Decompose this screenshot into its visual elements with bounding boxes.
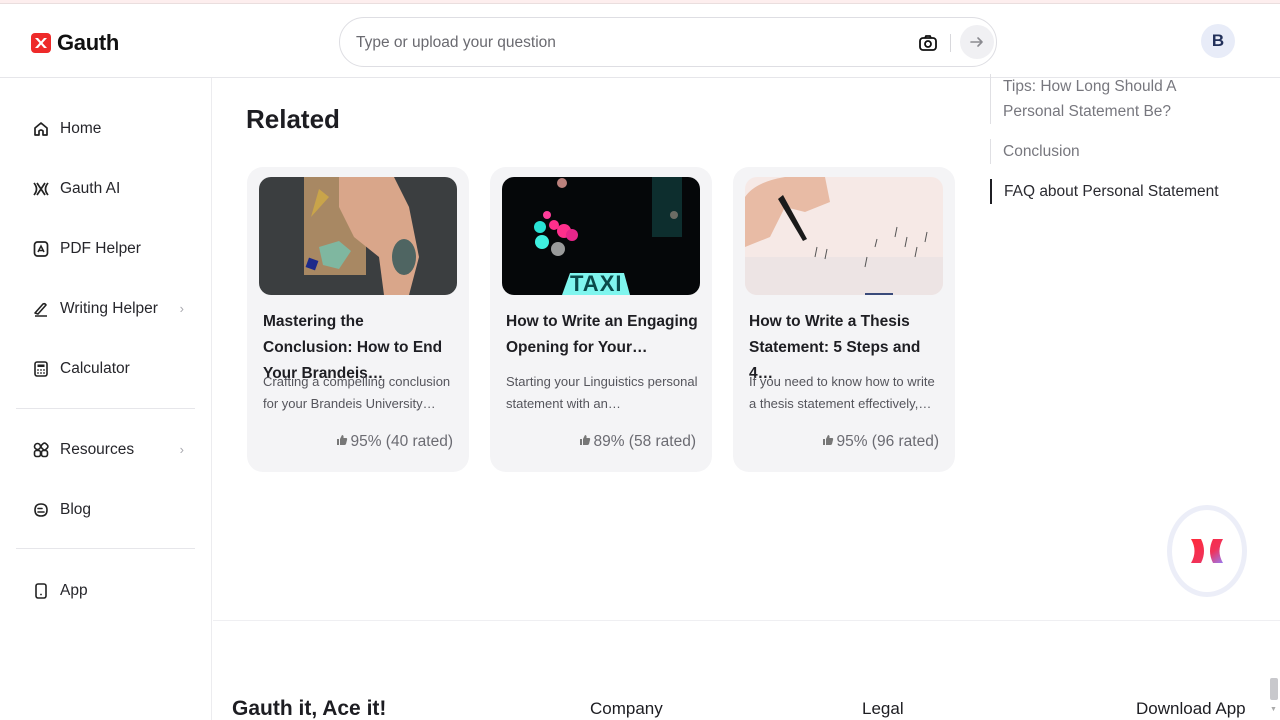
toc-item-faq[interactable]: FAQ about Personal Statement — [990, 179, 1219, 204]
thumbs-up-icon — [579, 433, 591, 451]
article-thumbnail-taxi: TAXI — [502, 177, 700, 295]
article-rating: 89% (58 rated) — [579, 433, 696, 451]
thumbs-up-icon — [822, 433, 834, 451]
footer-slogan: Gauth it, Ace it! — [232, 697, 386, 720]
sidebar: Home Gauth AI PDF Helper Writing Helper … — [0, 78, 212, 720]
arrow-right-icon — [969, 34, 985, 50]
phone-icon — [32, 582, 50, 600]
grid-icon — [32, 441, 50, 459]
related-article-card[interactable]: TAXI How to Write an Engaging Opening fo… — [490, 167, 712, 472]
blog-icon — [32, 501, 50, 519]
footer-heading-legal: Legal — [862, 699, 904, 719]
chevron-right-icon: › — [180, 301, 184, 316]
sidebar-item-label: Gauth AI — [60, 180, 120, 198]
sidebar-item-label: Writing Helper — [60, 300, 158, 318]
article-description: If you need to know how to write a thesi… — [749, 371, 943, 415]
sidebar-divider — [16, 548, 195, 549]
sidebar-item-label: Home — [60, 120, 101, 138]
brand-name: Gauth — [57, 30, 119, 56]
footer-heading-company: Company — [590, 699, 663, 719]
header: Gauth B — [0, 4, 1280, 78]
related-article-card[interactable]: Mastering the Conclusion: How to End You… — [247, 167, 469, 472]
sidebar-item-home[interactable]: Home — [32, 114, 192, 144]
gauth-logo-icon — [31, 33, 51, 53]
sidebar-item-resources[interactable]: Resources › — [32, 435, 192, 465]
related-section-title: Related — [246, 104, 340, 135]
gauth-logo[interactable]: Gauth — [31, 30, 119, 56]
article-thumbnail-hand-crystals — [259, 177, 457, 295]
sidebar-item-blog[interactable]: Blog — [32, 495, 192, 525]
toc-item-tips[interactable]: Tips: How Long Should A Personal Stateme… — [990, 74, 1180, 124]
thumbs-up-icon — [336, 433, 348, 451]
home-icon — [32, 120, 50, 138]
related-article-card[interactable]: How to Write a Thesis Statement: 5 Steps… — [733, 167, 955, 472]
article-title: How to Write an Engaging Opening for You… — [506, 309, 700, 361]
sidebar-item-label: PDF Helper — [60, 240, 141, 258]
search-divider — [950, 34, 951, 52]
article-rating: 95% (40 rated) — [336, 433, 453, 451]
article-description: Crafting a compelling conclusion for you… — [263, 371, 457, 415]
page-scrollbar-thumb[interactable] — [1270, 678, 1278, 700]
footer-divider — [213, 620, 1280, 621]
gauth-floating-button[interactable] — [1167, 505, 1247, 597]
taxi-sign-text: TAXI — [570, 271, 622, 295]
rating-text: 95% (40 rated) — [350, 433, 453, 451]
sidebar-item-calculator[interactable]: Calculator — [32, 354, 192, 384]
pen-icon — [32, 300, 50, 318]
article-thumbnail-thesis-writing — [745, 177, 943, 295]
rating-text: 89% (58 rated) — [593, 433, 696, 451]
sidebar-divider — [16, 408, 195, 409]
search-input[interactable] — [356, 30, 896, 56]
submit-button[interactable] — [960, 25, 994, 59]
scroll-down-arrow-icon[interactable]: ▼ — [1270, 706, 1277, 713]
sidebar-item-gauth-ai[interactable]: Gauth AI — [32, 174, 192, 204]
sidebar-item-app[interactable]: App — [32, 576, 192, 606]
article-description: Starting your Linguistics personal state… — [506, 371, 700, 415]
chevron-right-icon: › — [180, 442, 184, 457]
calculator-icon — [32, 360, 50, 378]
sidebar-item-pdf-helper[interactable]: PDF Helper — [32, 234, 192, 264]
sidebar-item-label: App — [60, 582, 88, 600]
camera-icon[interactable] — [918, 33, 938, 53]
sidebar-item-label: Resources — [60, 441, 134, 459]
gauth-logo-icon — [1189, 537, 1225, 565]
sidebar-item-label: Calculator — [60, 360, 130, 378]
toc-item-conclusion[interactable]: Conclusion — [990, 139, 1080, 164]
pdf-icon — [32, 240, 50, 258]
search-bar — [339, 17, 997, 67]
sidebar-item-writing-helper[interactable]: Writing Helper › — [32, 294, 192, 324]
sidebar-item-label: Blog — [60, 501, 91, 519]
article-rating: 95% (96 rated) — [822, 433, 939, 451]
rating-text: 95% (96 rated) — [836, 433, 939, 451]
gauth-ai-icon — [32, 180, 50, 198]
user-avatar[interactable]: B — [1201, 24, 1235, 58]
footer-heading-download-app: Download App — [1136, 699, 1246, 719]
